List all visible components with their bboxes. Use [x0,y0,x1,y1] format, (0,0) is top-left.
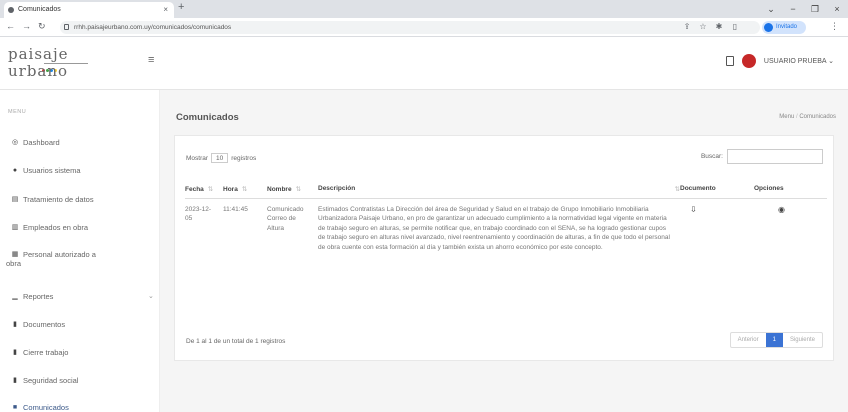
cell-documento: ⇩ [680,198,754,252]
tab-title: Comunicados [18,6,61,13]
download-icon[interactable]: ⇩ [690,205,697,215]
forward-icon[interactable]: → [22,21,31,31]
menu-toggle-icon[interactable]: ≡ [148,54,154,66]
pager-next-button[interactable]: Siguiente [783,333,822,347]
table-info: De 1 al 1 de un total de 1 registros [186,338,286,345]
new-tab-button[interactable]: + [178,1,184,13]
view-icon[interactable]: ◉ [778,205,785,215]
sidebar-item-tratamiento[interactable]: ▤ Tratamiento de datos [0,195,160,204]
building-icon: ▦ [11,251,19,258]
url-field[interactable]: rrhh.paisajeurbano.com.uy/comunicados/co… [60,21,760,34]
avatar[interactable] [741,54,756,68]
sidebar-item-comunicados[interactable]: ■ Comunicados [0,403,160,412]
profile-button[interactable]: Invitado [762,21,806,34]
header-right: USUARIO PRUEBA ⌄ [725,54,834,68]
column-descripcion[interactable]: Descripción ⇅ [318,180,680,199]
breadcrumb: Menu / Comunicados [779,114,836,120]
sort-icon: ⇅ [295,185,302,193]
id-card-icon: ▥ [11,224,19,231]
document-icon: ▮ [13,349,17,356]
close-window-button[interactable]: × [826,0,848,18]
sidepanel-icon[interactable]: ▯ [730,21,740,33]
sidebar-item-usuarios[interactable]: ● Usuarios sistema [0,166,160,175]
page-title: Comunicados [176,112,239,123]
maximize-button[interactable]: ❐ [804,0,826,18]
main-content: Comunicados Menu / Comunicados Mostrar 1… [160,90,848,412]
browser-menu-icon[interactable]: ⋮ [830,21,839,32]
sidebar: MENU ◎ Dashboard ● Usuarios sistema ▤ Tr… [0,90,160,412]
star-icon[interactable]: ☆ [698,21,708,33]
lock-icon [64,24,69,30]
list-icon: ▤ [11,196,19,203]
browser-extension-icons: ⇪ ☆ ✱ ▯ [682,21,740,33]
sidebar-item-dashboard[interactable]: ◎ Dashboard [0,138,160,147]
column-nombre[interactable]: Nombre ⇅ [267,180,318,199]
sidebar-item-cierre[interactable]: ▮ Cierre trabajo [0,348,160,357]
copy-icon[interactable] [725,56,734,66]
user-icon: ● [12,167,18,174]
cell-hora: 11:41:45 [223,205,248,213]
page-length: Mostrar 10 registros [186,153,257,163]
sidebar-item-seguridad[interactable]: ▮ Seguridad social [0,376,160,385]
pager-page-button[interactable]: 1 [765,333,783,347]
table-row: 2023-12-05 11:41:45 Comunicado Correo de… [185,198,827,252]
pager-prev-button[interactable]: Anterior [731,333,766,347]
column-fecha[interactable]: Fecha ⇅ [185,180,223,199]
window-controls: ⌄ − ❐ × [760,0,848,18]
sidebar-item-reportes[interactable]: ▁ Reportes ⌄ [0,292,160,301]
browser-tab-bar: Comunicados × + ⌄ − ❐ × [0,0,848,18]
table-header-row: Fecha ⇅ Hora ⇅ Nombre ⇅ Descripción ⇅ Docume… [185,180,827,199]
comunicados-table: Fecha ⇅ Hora ⇅ Nombre ⇅ Descripción ⇅ Docume… [185,180,827,252]
address-bar-row: ← → ↻ rrhh.paisajeurbano.com.uy/comunica… [0,18,848,37]
minimize-button[interactable]: − [782,0,804,18]
search-input[interactable] [727,149,823,164]
cell-opciones: ◉ [754,198,827,252]
user-name[interactable]: USUARIO PRUEBA ⌄ [764,57,834,65]
table-search: Buscar: [701,149,823,164]
table-card: Mostrar 10 registros Buscar: Fecha ⇅ Hora… [174,135,834,361]
column-opciones: Opciones [754,180,827,199]
page-length-select[interactable]: 10 [211,153,229,163]
reload-icon[interactable]: ↻ [38,21,46,32]
dashboard-icon: ◎ [11,139,19,146]
chart-icon: ▁ [12,293,18,300]
sort-icon: ⇅ [241,185,248,193]
extensions-icon[interactable]: ✱ [714,21,724,33]
tab-search-icon[interactable]: ⌄ [760,0,782,18]
back-icon[interactable]: ← [6,21,15,31]
megaphone-icon: ■ [12,404,18,411]
chevron-down-icon: ⌄ [148,293,154,300]
menu-title: MENU [8,109,27,115]
favicon-icon [8,7,14,13]
breadcrumb-menu[interactable]: Menu [779,114,794,120]
browser-tab[interactable]: Comunicados × [4,2,174,18]
sidebar-item-documentos[interactable]: ▮ Documentos [0,320,160,329]
document-icon: ▮ [13,377,17,384]
sort-icon: ⇅ [207,185,214,193]
cell-descripcion: Estimados Contratistas La Dirección del … [318,205,670,251]
column-hora[interactable]: Hora ⇅ [223,180,267,199]
tab-close-icon[interactable]: × [163,2,168,18]
logo[interactable]: paisaje urbano [8,45,138,85]
sidebar-item-personal[interactable]: ▦ Personal autorizado a obra [0,250,160,268]
app-header: paisaje urbano ≡ USUARIO PRUEBA ⌄ [0,37,848,90]
cell-nombre: Comunicado Correo de Altura [267,205,304,232]
cell-fecha: 2023-12-05 [185,205,212,223]
breadcrumb-current: Comunicados [799,114,836,120]
sidebar-item-empleados[interactable]: ▥ Empleados en obra [0,223,160,232]
share-icon[interactable]: ⇪ [682,21,692,33]
page-header: Comunicados Menu / Comunicados [160,102,848,130]
document-icon: ▮ [13,321,17,328]
column-documento[interactable]: Documento [680,180,754,199]
pagination: Anterior 1 Siguiente [729,332,823,348]
